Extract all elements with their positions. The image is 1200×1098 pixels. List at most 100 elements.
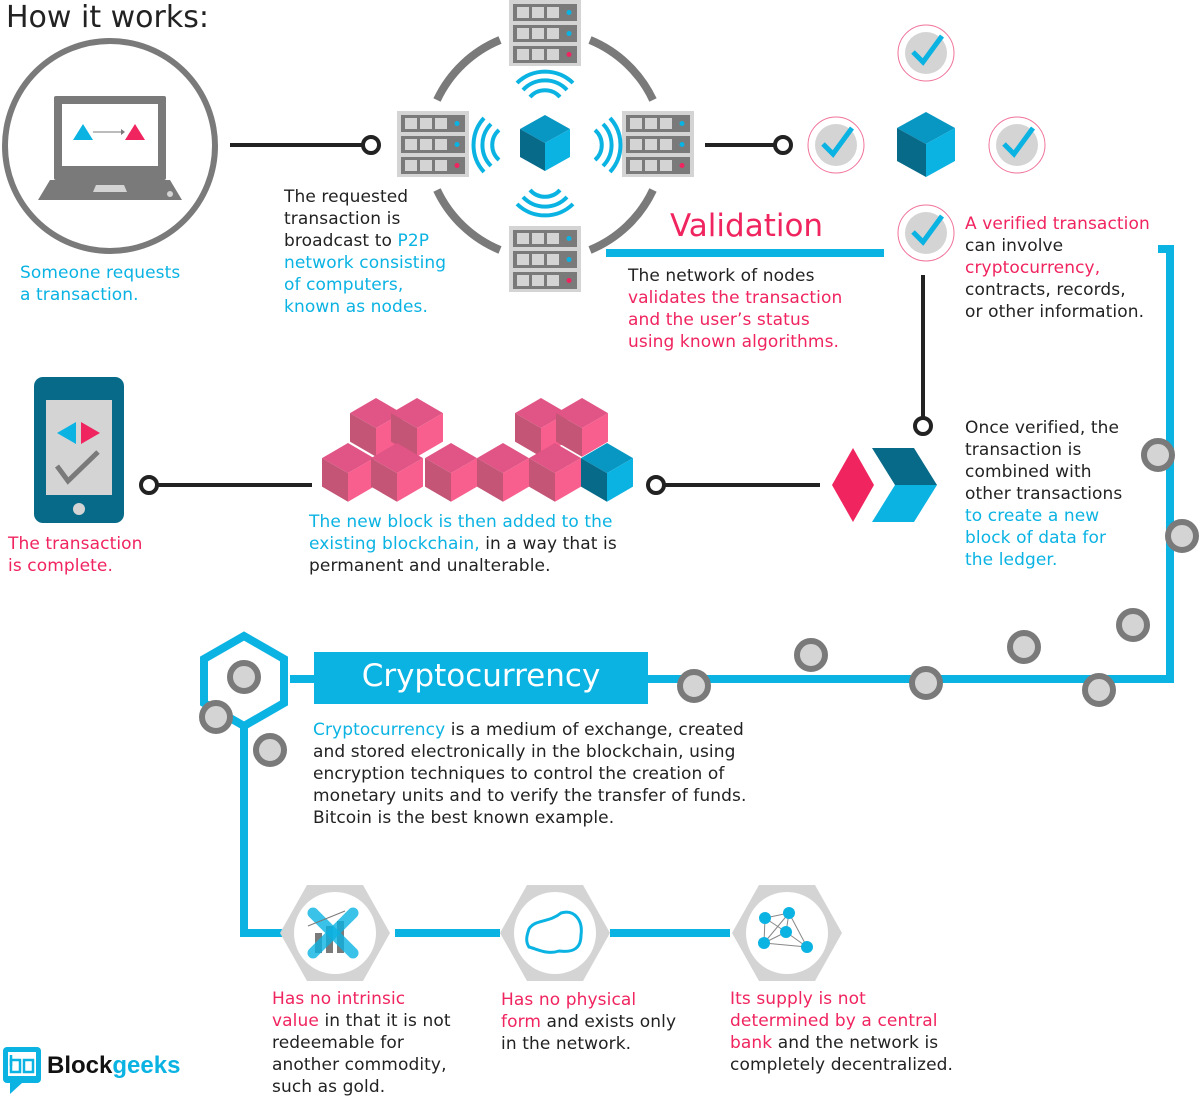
text-line: network consisting bbox=[284, 252, 446, 274]
text-line: block of data for bbox=[965, 527, 1122, 549]
text-line: other transactions bbox=[965, 483, 1122, 505]
text-segment: known as nodes. bbox=[284, 297, 428, 317]
text-line: existing blockchain, in a way that is bbox=[309, 533, 617, 555]
text-segment: monetary units and to verify the transfe… bbox=[313, 786, 747, 806]
text-segment: Has no physical bbox=[501, 990, 637, 1010]
combine-icon bbox=[832, 448, 937, 522]
text-segment: The requested bbox=[284, 187, 409, 207]
text-segment: in the network. bbox=[501, 1034, 632, 1054]
step-broadcast-text: The requested transaction is broadcast to … bbox=[284, 186, 446, 318]
text-segment: validates the transaction bbox=[628, 288, 843, 308]
decentralized-network-icon bbox=[732, 885, 842, 981]
text-segment: combined with bbox=[965, 462, 1092, 482]
text-segment: existing blockchain, bbox=[309, 534, 480, 554]
text-line: The transaction bbox=[8, 534, 143, 554]
text-segment: can involve bbox=[965, 236, 1064, 256]
text-segment: using known algorithms. bbox=[628, 332, 840, 352]
text-line: form and exists only bbox=[501, 1011, 676, 1033]
step-request-text: Someone requests a transaction. bbox=[20, 262, 180, 306]
step-verified-text: A verified transaction can involve cryptoc… bbox=[965, 213, 1150, 323]
crypto-description: Cryptocurrency is a medium of exchange, … bbox=[313, 719, 747, 829]
text-segment: transaction is bbox=[965, 440, 1082, 460]
text-segment: another commodity, bbox=[272, 1055, 447, 1075]
check-circle-icon bbox=[988, 116, 1046, 174]
check-circle-icon bbox=[807, 116, 865, 174]
text-segment: block of data for bbox=[965, 528, 1107, 548]
text-line: Someone requests bbox=[20, 263, 181, 283]
text-segment: Its supply is not bbox=[730, 989, 866, 1009]
step-complete-text: The transaction is complete. bbox=[8, 533, 143, 577]
text-line: Its supply is not bbox=[730, 988, 953, 1010]
step-added-text: The new block is then added to the existi… bbox=[309, 511, 617, 577]
text-line: completely decentralized. bbox=[730, 1054, 953, 1076]
check-circle-icon bbox=[897, 204, 955, 262]
text-segment: in a way that is bbox=[479, 534, 617, 554]
center-block-icon bbox=[520, 115, 570, 171]
logo-text[interactable]: Blockgeeks bbox=[47, 1052, 180, 1080]
text-line: Has no physical bbox=[501, 989, 676, 1011]
text-line: combined with bbox=[965, 461, 1122, 483]
text-line: contracts, records, bbox=[965, 279, 1150, 301]
logo-part-geeks: geeks bbox=[112, 1052, 181, 1079]
property-no-intrinsic-value: Has no intrinsic value in that it is not r… bbox=[272, 988, 451, 1098]
text-segment: network consisting bbox=[284, 253, 447, 273]
text-segment: and stored electronically in the blockch… bbox=[313, 742, 736, 762]
validation-title: Validation bbox=[670, 208, 824, 244]
node-dot bbox=[909, 666, 943, 700]
text-segment: The network of nodes bbox=[628, 266, 815, 286]
text-line: such as gold. bbox=[272, 1076, 451, 1098]
step-combined-text: Once verified, the transaction is combined… bbox=[965, 417, 1122, 571]
blockchain-icon bbox=[322, 398, 633, 502]
text-segment: A verified transaction bbox=[965, 214, 1150, 234]
property-decentralized: Its supply is not determined by a central… bbox=[730, 988, 953, 1076]
text-segment: Bitcoin is the best known example. bbox=[313, 808, 615, 828]
text-segment: encryption techniques to control the cre… bbox=[313, 764, 725, 784]
text-line: a transaction. bbox=[20, 285, 139, 305]
text-segment: transaction is bbox=[284, 209, 401, 229]
text-segment: Once verified, the bbox=[965, 418, 1120, 438]
node-dot bbox=[794, 638, 828, 672]
text-line: Once verified, the bbox=[965, 417, 1122, 439]
text-line: to create a new bbox=[965, 505, 1122, 527]
no-value-chart-icon bbox=[280, 885, 390, 981]
text-segment: and the user’s status bbox=[628, 310, 810, 330]
text-line: the ledger. bbox=[965, 549, 1122, 571]
text-segment: broadcast to bbox=[284, 231, 398, 251]
node-dot bbox=[677, 669, 711, 703]
text-line: transaction is bbox=[965, 439, 1122, 461]
text-segment: of computers, bbox=[284, 275, 404, 295]
text-segment: to create a new bbox=[965, 506, 1100, 526]
text-line: another commodity, bbox=[272, 1054, 451, 1076]
text-segment: and exists only bbox=[541, 1012, 677, 1032]
text-segment: value bbox=[272, 1011, 319, 1031]
property-no-physical-form: Has no physical form and exists only in th… bbox=[501, 989, 676, 1055]
server-node-icon bbox=[509, 226, 581, 292]
node-dot bbox=[253, 733, 287, 767]
node-dot bbox=[1082, 673, 1116, 707]
connector-complete bbox=[139, 475, 312, 495]
crypto-title: Cryptocurrency bbox=[361, 658, 601, 694]
text-segment: redeemable for bbox=[272, 1033, 404, 1053]
server-node-icon bbox=[397, 111, 469, 177]
validation-underline bbox=[606, 249, 884, 257]
text-segment: in that it is not bbox=[318, 1011, 451, 1031]
step-validation-text: The network of nodes validates the transa… bbox=[628, 265, 842, 353]
text-line: The network of nodes bbox=[628, 265, 842, 287]
text-segment: P2P bbox=[397, 231, 430, 251]
text-segment: bank bbox=[730, 1033, 773, 1053]
text-line: of computers, bbox=[284, 274, 446, 296]
connector-combine bbox=[646, 475, 820, 495]
text-segment: or other information. bbox=[965, 302, 1145, 322]
node-dot bbox=[1116, 608, 1150, 642]
no-physical-form-icon bbox=[500, 885, 610, 981]
text-line: and stored electronically in the blockch… bbox=[313, 741, 747, 763]
text-line: in the network. bbox=[501, 1033, 676, 1055]
text-segment: form bbox=[501, 1012, 542, 1032]
text-line: is complete. bbox=[8, 556, 113, 576]
text-segment: permanent and unalterable. bbox=[309, 556, 551, 576]
check-circle-icon bbox=[897, 24, 955, 82]
text-segment: determined by a central bbox=[730, 1011, 938, 1031]
text-line: known as nodes. bbox=[284, 296, 446, 318]
text-line: Bitcoin is the best known example. bbox=[313, 807, 747, 829]
text-segment: completely decentralized. bbox=[730, 1055, 954, 1075]
